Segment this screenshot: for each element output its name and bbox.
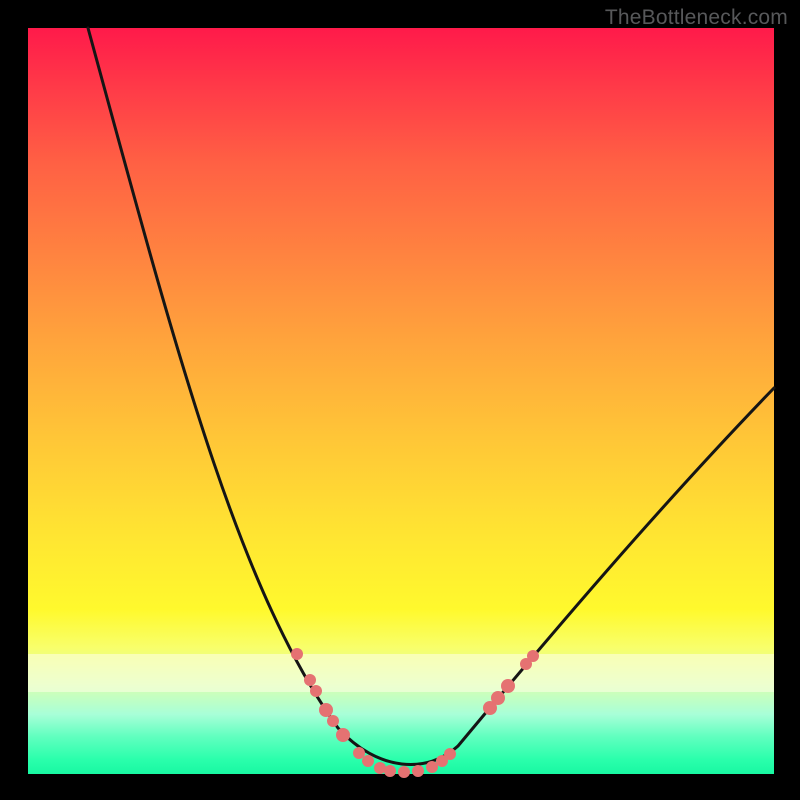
curve-marker <box>426 761 438 773</box>
curve-marker <box>327 715 339 727</box>
curve-marker <box>336 728 350 742</box>
bottleneck-curve <box>88 28 774 765</box>
watermark-text: TheBottleneck.com <box>605 6 788 30</box>
curve-marker <box>384 765 396 777</box>
curve-marker <box>362 755 374 767</box>
chart-plot-area <box>28 28 774 774</box>
curve-marker <box>304 674 316 686</box>
curve-marker <box>412 765 424 777</box>
curve-marker <box>291 648 303 660</box>
curve-marker <box>444 748 456 760</box>
curve-markers <box>291 648 539 778</box>
curve-marker <box>310 685 322 697</box>
curve-marker <box>527 650 539 662</box>
curve-marker <box>491 691 505 705</box>
curve-marker <box>353 747 365 759</box>
chart-svg <box>28 28 774 774</box>
curve-marker <box>319 703 333 717</box>
curve-marker <box>398 766 410 778</box>
curve-marker <box>501 679 515 693</box>
